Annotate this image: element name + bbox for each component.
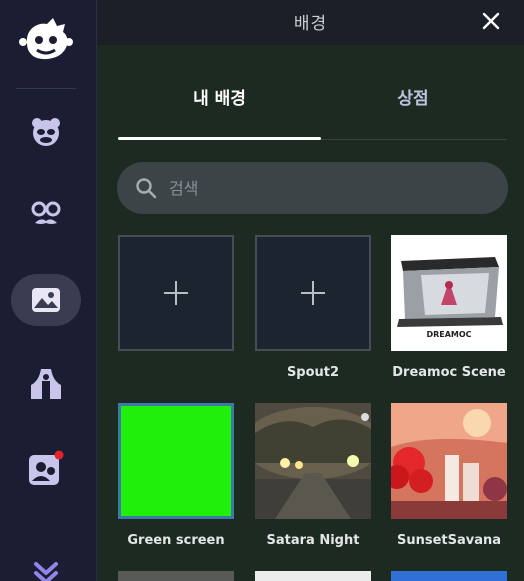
search-bar[interactable] <box>117 162 508 214</box>
sidebar-item-user[interactable] <box>11 442 81 494</box>
sidebar-item-avatar[interactable] <box>11 106 81 158</box>
tile-label-green: Green screen <box>127 533 225 548</box>
face-accessory-icon <box>31 201 61 224</box>
sidebar-item-accessory[interactable] <box>11 188 81 240</box>
animal-avatar-icon <box>32 118 60 146</box>
satara-night-thumbnail <box>255 403 371 519</box>
background-tile-partial[interactable] <box>255 571 371 581</box>
search-input[interactable] <box>169 178 469 198</box>
search-icon <box>136 178 157 199</box>
sidebar <box>0 0 97 581</box>
tile-label-sunset: SunsetSavana <box>396 533 502 548</box>
sidebar-item-stage[interactable] <box>11 358 81 410</box>
background-tile-partial[interactable] <box>118 571 234 581</box>
dreamoc-scene-thumbnail: DREAMOC <box>391 235 507 351</box>
stage-scene-icon <box>31 369 61 399</box>
notification-badge <box>54 450 64 460</box>
dreamoc-scene-tile[interactable]: DREAMOC <box>391 235 507 351</box>
tile-label-satara: Satara Night <box>266 533 360 548</box>
close-icon <box>482 12 500 30</box>
tile-label-dreamoc: Dreamoc Scene <box>392 365 506 380</box>
close-button[interactable] <box>480 10 502 32</box>
sidebar-expand-button[interactable] <box>11 545 81 581</box>
user-notification-icon <box>29 450 64 485</box>
background-panel: 배경 내 배경 상점 Spout2 <box>97 0 524 581</box>
background-tile-partial[interactable] <box>391 571 507 581</box>
tab-store[interactable]: 상점 <box>321 84 505 109</box>
panel-header: 배경 <box>97 0 524 45</box>
plus-icon <box>301 281 325 305</box>
panel-title: 배경 <box>293 14 328 34</box>
dreamoc-caption: DREAMOC <box>426 330 471 339</box>
add-background-tile[interactable] <box>118 235 234 351</box>
spout2-tile[interactable] <box>255 235 371 351</box>
plus-icon <box>164 281 188 305</box>
satara-night-tile[interactable] <box>255 403 371 519</box>
background-image-icon <box>32 288 60 312</box>
tile-label-spout2: Spout2 <box>286 365 340 380</box>
chevron-down-icon <box>34 562 58 581</box>
sidebar-divider <box>16 88 76 89</box>
sidebar-item-background[interactable] <box>11 274 81 326</box>
tab-my-backgrounds[interactable]: 내 배경 <box>118 84 321 109</box>
logo-icon[interactable] <box>19 16 73 66</box>
sunset-savana-tile[interactable] <box>391 403 507 519</box>
green-screen-tile[interactable] <box>118 403 234 519</box>
active-tab-indicator <box>118 137 321 140</box>
sunset-savana-thumbnail <box>391 403 507 519</box>
